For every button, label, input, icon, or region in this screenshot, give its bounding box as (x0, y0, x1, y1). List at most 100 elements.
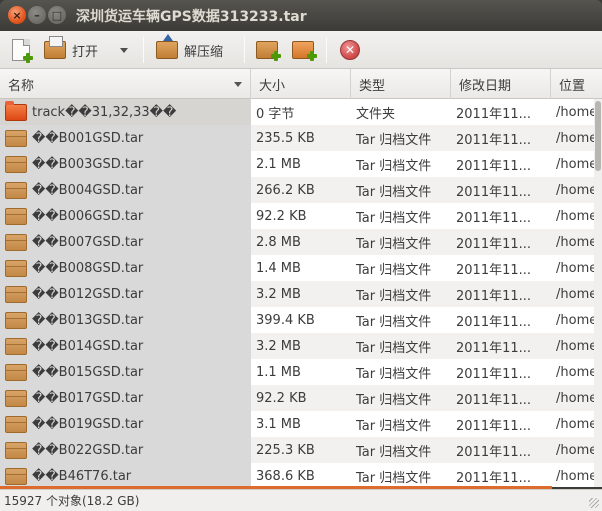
cell-name: ��B013GSD.tar (0, 307, 251, 333)
cell-size: 0 字节 (251, 99, 351, 125)
extract-button[interactable]: 解压缩 (156, 34, 223, 64)
cell-date-text: 2011年11... (456, 236, 532, 252)
cell-date: 2011年11... (451, 333, 551, 359)
table-row[interactable]: ��B019GSD.tar 3.1 MB Tar 归档文件 2011年11.../ho… (0, 411, 602, 437)
open-button[interactable]: 打开 (44, 36, 98, 64)
resize-grip-icon[interactable] (589, 498, 599, 508)
maximize-window-button[interactable]: □ (48, 6, 66, 24)
archive-file-icon (5, 181, 27, 199)
cell-size-text: 2.8 MB (256, 234, 301, 250)
cell-date: 2011年11... (451, 281, 551, 307)
cell-name: track��31,32,33�� (0, 99, 251, 125)
cell-date-text: 2011年11... (456, 288, 532, 304)
cell-date-text: 2011年11... (456, 314, 532, 330)
cell-type: 文件夹 (351, 99, 451, 125)
column-header-date[interactable]: 修改日期 (451, 69, 551, 99)
vertical-scrollbar[interactable] (594, 99, 602, 487)
column-header-location[interactable]: 位置 (551, 69, 602, 99)
stop-button[interactable]: ✕ (340, 36, 360, 64)
table-row[interactable]: track��31,32,33�� 0 字节 文件夹 2011年11.../home/ (0, 99, 602, 125)
table-row[interactable]: ��B001GSD.tar 235.5 KB Tar 归档文件 2011年11... /… (0, 125, 602, 151)
cell-type: Tar 归档文件 (351, 151, 451, 177)
file-list: 名称 大小 类型 修改日期 位置 track��31,32,33�� 0 字节 文件… (0, 69, 602, 487)
table-row[interactable]: ��B015GSD.tar 1.1 MB Tar 归档文件 2011年11.../ho… (0, 359, 602, 385)
cell-size-text: 2.1 MB (256, 156, 301, 172)
archive-file-icon (5, 363, 27, 381)
cell-name: ��B014GSD.tar (0, 333, 251, 359)
minimize-window-button[interactable]: – (28, 6, 46, 24)
cell-date-text: 2011年11... (456, 210, 532, 226)
cell-name-text: ��B019GSD.tar (32, 416, 144, 432)
cell-name-text: ��B017GSD.tar (32, 390, 144, 406)
minimize-icon: – (34, 8, 40, 22)
cell-name-text: ��B003GSD.tar (32, 156, 144, 172)
open-recent-dropdown[interactable] (116, 36, 132, 64)
scrollbar-thumb[interactable] (595, 101, 601, 171)
table-row[interactable]: ��B006GSD.tar 92.2 KB Tar 归档文件 2011年11.../h… (0, 203, 602, 229)
cell-size-text: 3.2 MB (256, 338, 301, 354)
cell-type-text: Tar 归档文件 (356, 262, 432, 278)
cell-type: Tar 归档文件 (351, 255, 451, 281)
cell-type: Tar 归档文件 (351, 437, 451, 463)
cell-date: 2011年11... (451, 151, 551, 177)
table-row[interactable]: ��B007GSD.tar 2.8 MB Tar 归档文件 2011年11.../ho… (0, 229, 602, 255)
table-row[interactable]: ��B003GSD.tar 2.1 MB Tar 归档文件 2011年11.../ho… (0, 151, 602, 177)
cell-name: ��B019GSD.tar (0, 411, 251, 437)
table-row[interactable]: ��B004GSD.tar 266.2 KB Tar 归档文件 2011年11... /… (0, 177, 602, 203)
cell-type: Tar 归档文件 (351, 281, 451, 307)
archive-file-icon (5, 259, 27, 277)
cell-type: Tar 归档文件 (351, 411, 451, 437)
cell-type: Tar 归档文件 (351, 125, 451, 151)
archive-file-icon (5, 207, 27, 225)
cell-type-text: Tar 归档文件 (356, 418, 432, 434)
cell-date: 2011年11... (451, 229, 551, 255)
cell-name: ��B004GSD.tar (0, 177, 251, 203)
cell-name-text: ��B004GSD.tar (32, 182, 144, 198)
new-archive-button[interactable] (12, 36, 33, 64)
column-header-name[interactable]: 名称 (0, 69, 251, 99)
toolbar: 打开 解压缩 ✕ (0, 31, 602, 69)
cell-size: 2.1 MB (251, 151, 351, 177)
add-folder-button[interactable] (292, 36, 317, 64)
cell-date-text: 2011年11... (456, 158, 532, 174)
cell-date: 2011年11... (451, 437, 551, 463)
cell-date: 2011年11... (451, 359, 551, 385)
cell-name: ��B012GSD.tar (0, 281, 251, 307)
cell-size: 2.8 MB (251, 229, 351, 255)
add-files-button[interactable] (256, 36, 281, 64)
cell-date: 2011年11... (451, 411, 551, 437)
cell-type-text: Tar 归档文件 (356, 314, 432, 330)
cell-size-text: 1.4 MB (256, 260, 301, 276)
close-window-button[interactable]: × (8, 6, 26, 24)
cell-date-text: 2011年11... (456, 262, 532, 278)
cell-name: ��B006GSD.tar (0, 203, 251, 229)
folder-icon (5, 100, 27, 121)
sort-descending-icon (234, 82, 242, 87)
cell-name-text: ��B007GSD.tar (32, 234, 144, 250)
table-row[interactable]: ��B014GSD.tar 3.2 MB Tar 归档文件 2011年11.../ho… (0, 333, 602, 359)
column-header-size[interactable]: 大小 (251, 69, 351, 99)
cell-name: ��B017GSD.tar (0, 385, 251, 411)
column-header-row: 名称 大小 类型 修改日期 位置 (0, 69, 602, 99)
cell-name-text: ��B015GSD.tar (32, 364, 144, 380)
table-row[interactable]: ��B013GSD.tar 399.4 KB Tar 归档文件 2011年11... /… (0, 307, 602, 333)
table-row[interactable]: ��B022GSD.tar 225.3 KB Tar 归档文件 2011年11... /… (0, 437, 602, 463)
cell-size: 3.2 MB (251, 281, 351, 307)
archive-file-icon (5, 441, 27, 459)
cell-date: 2011年11... (451, 125, 551, 151)
column-header-type[interactable]: 类型 (351, 69, 451, 99)
cell-name: ��B007GSD.tar (0, 229, 251, 255)
cell-size-text: 1.1 MB (256, 364, 301, 380)
cell-name-text: ��B014GSD.tar (32, 338, 144, 354)
table-row[interactable]: ��B017GSD.tar 92.2 KB Tar 归档文件 2011年11.../h… (0, 385, 602, 411)
status-bar: 15927 个对象(18.2 GB) (0, 489, 602, 511)
status-text: 15927 个对象(18.2 GB) (4, 494, 140, 508)
cell-name-text: ��B013GSD.tar (32, 312, 144, 328)
add-folder-icon (292, 41, 317, 61)
table-row[interactable]: ��B46T76.tar 368.6 KB Tar 归档文件 2011年11.../h… (0, 463, 602, 487)
file-rows: track��31,32,33�� 0 字节 文件夹 2011年11.../home/… (0, 99, 602, 487)
table-row[interactable]: ��B012GSD.tar 3.2 MB Tar 归档文件 2011年11.../ho… (0, 281, 602, 307)
cell-type: Tar 归档文件 (351, 359, 451, 385)
cell-size: 3.2 MB (251, 333, 351, 359)
table-row[interactable]: ��B008GSD.tar 1.4 MB Tar 归档文件 2011年11.../ho… (0, 255, 602, 281)
